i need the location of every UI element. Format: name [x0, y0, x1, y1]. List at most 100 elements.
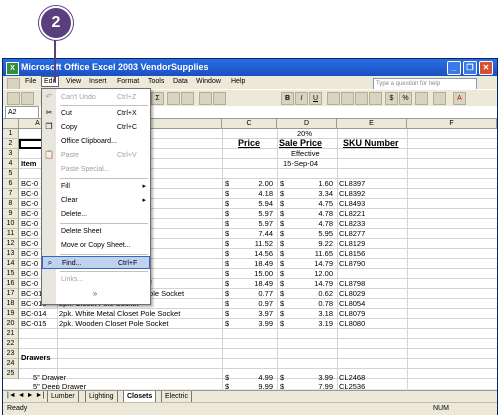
cell-sale-price[interactable]: 14.79	[289, 279, 333, 288]
cell-sku[interactable]: CL8156	[339, 249, 405, 258]
restore-button[interactable]: ❐	[463, 61, 477, 75]
row-header-12[interactable]: 12	[3, 239, 19, 249]
cell-sale-price[interactable]: 3.18	[289, 309, 333, 318]
row-header-7[interactable]: 7	[3, 189, 19, 199]
fill-color-icon[interactable]	[433, 92, 446, 105]
expand-menu-icon[interactable]: »	[90, 290, 100, 298]
cell-description[interactable]: 2pk. White Metal Closet Pole Socket	[59, 309, 221, 318]
cell-c25[interactable]: 9.99	[235, 382, 273, 389]
menu-item-move-copy-sheet[interactable]: Move or Copy Sheet...	[42, 239, 150, 252]
cell-sku[interactable]: CL8277	[339, 229, 405, 238]
italic-button[interactable]: I	[295, 92, 308, 105]
cell-price[interactable]: 15.00	[235, 269, 273, 278]
cell-sale-price[interactable]: 3.19	[289, 319, 333, 328]
cell-d1[interactable]: 20%	[297, 129, 312, 138]
cell-sale-price[interactable]: 14.79	[289, 259, 333, 268]
row-header-20[interactable]: 20	[3, 319, 19, 329]
cell-sale-price[interactable]: 3.34	[289, 189, 333, 198]
font-color-button[interactable]: A	[453, 92, 466, 105]
row-header-5[interactable]: 5	[3, 169, 19, 179]
menu-help[interactable]: Help	[231, 78, 245, 85]
row-header-13[interactable]: 13	[3, 249, 19, 259]
row-header-17[interactable]: 17	[3, 289, 19, 299]
row-header-16[interactable]: 16	[3, 279, 19, 289]
col-header-c[interactable]: C	[222, 119, 277, 129]
cell-a24[interactable]: 5" Drawer	[33, 373, 66, 382]
select-all-corner[interactable]	[3, 119, 19, 129]
menu-edit[interactable]: Edit	[41, 76, 60, 87]
row-header-22[interactable]: 22	[3, 339, 19, 349]
cell-sale-price[interactable]: 9.22	[289, 239, 333, 248]
cell-sale-price[interactable]: 0.78	[289, 299, 333, 308]
row-header-25[interactable]: 25	[3, 369, 19, 379]
cell-sale-price[interactable]: 1.60	[289, 179, 333, 188]
menu-item-delete[interactable]: Delete...	[42, 208, 150, 221]
cell-c2[interactable]: Price	[238, 138, 260, 148]
cell-sale-price[interactable]: 4.75	[289, 199, 333, 208]
cell-sku[interactable]: CL8790	[339, 259, 405, 268]
cell-sale-price[interactable]: 11.65	[289, 249, 333, 258]
name-box[interactable]: A2	[5, 106, 39, 119]
row-header-11[interactable]: 11	[3, 229, 19, 239]
open-icon[interactable]	[21, 92, 34, 105]
cell-e25[interactable]: CL2536	[339, 382, 365, 389]
tab-scroll-buttons[interactable]: |◄ ◄ ► ►|	[7, 392, 44, 399]
cell-c24[interactable]: 4.99	[235, 373, 273, 382]
col-header-d[interactable]: D	[277, 119, 337, 129]
close-button[interactable]: ✕	[479, 61, 493, 75]
cell-e2[interactable]: SKU Number	[343, 138, 399, 148]
row-header-21[interactable]: 21	[3, 329, 19, 339]
row-header-18[interactable]: 18	[3, 299, 19, 309]
cell-a4[interactable]: Item	[21, 159, 36, 168]
cell-sale-price[interactable]: 4.78	[289, 209, 333, 218]
row-header-1[interactable]: 1	[3, 129, 19, 139]
align-center-icon[interactable]	[341, 92, 354, 105]
cell-price[interactable]: 5.94	[235, 199, 273, 208]
cell-d25[interactable]: 7.99	[289, 382, 333, 389]
cell-item-id[interactable]: BC-015	[21, 319, 56, 328]
chart-icon[interactable]	[181, 92, 194, 105]
cell-sale-price[interactable]: 0.62	[289, 289, 333, 298]
cell-item-id[interactable]: BC-014	[21, 309, 56, 318]
cell-price[interactable]: 3.99	[235, 319, 273, 328]
cell-sku[interactable]: CL8397	[339, 179, 405, 188]
row-header-14[interactable]: 14	[3, 259, 19, 269]
bold-button[interactable]: B	[281, 92, 294, 105]
row-header-3[interactable]: 3	[3, 149, 19, 159]
sort-icon[interactable]	[167, 92, 180, 105]
menu-data[interactable]: Data	[173, 78, 188, 85]
row-header-15[interactable]: 15	[3, 269, 19, 279]
cell-d4[interactable]: 15-Sep-04	[283, 159, 318, 168]
zoom-icon[interactable]	[199, 92, 212, 105]
currency-button[interactable]: $	[385, 92, 398, 105]
cell-price[interactable]: 11.52	[235, 239, 273, 248]
help-icon[interactable]	[213, 92, 226, 105]
row-header-9[interactable]: 9	[3, 209, 19, 219]
menu-item-office-clipboard[interactable]: Office Clipboard...	[42, 135, 150, 148]
cell-a22[interactable]: Drawers	[21, 353, 51, 362]
cell-price[interactable]: 18.49	[235, 259, 273, 268]
menu-item-undo[interactable]: ↶ Can't Undo Ctrl+Z	[42, 91, 150, 104]
cell-price[interactable]: 7.44	[235, 229, 273, 238]
cell-price[interactable]: 5.97	[235, 209, 273, 218]
cell-sale-price[interactable]: 5.95	[289, 229, 333, 238]
cell-sale-price[interactable]: 4.78	[289, 219, 333, 228]
underline-button[interactable]: U	[309, 92, 322, 105]
new-icon[interactable]	[7, 92, 20, 105]
menu-format[interactable]: Format	[117, 78, 139, 85]
menu-item-paste[interactable]: 📋 Paste Ctrl+V	[42, 149, 150, 162]
row-header-10[interactable]: 10	[3, 219, 19, 229]
cell-d3[interactable]: Effective	[291, 149, 320, 158]
cell-sku[interactable]: CL8233	[339, 219, 405, 228]
menu-tools[interactable]: Tools	[148, 78, 164, 85]
menu-item-copy[interactable]: ❐ Copy Ctrl+C	[42, 121, 150, 134]
autosum-icon[interactable]: Σ	[151, 92, 164, 105]
menu-item-delete-sheet[interactable]: Delete Sheet	[42, 225, 150, 238]
col-header-f[interactable]: F	[407, 119, 497, 129]
cell-price[interactable]: 4.18	[235, 189, 273, 198]
borders-icon[interactable]	[415, 92, 428, 105]
cell-sale-price[interactable]: 12.00	[289, 269, 333, 278]
cell-d2[interactable]: Sale Price	[279, 138, 322, 148]
cell-sku[interactable]: CL8493	[339, 199, 405, 208]
cell-sku[interactable]: CL8054	[339, 299, 405, 308]
